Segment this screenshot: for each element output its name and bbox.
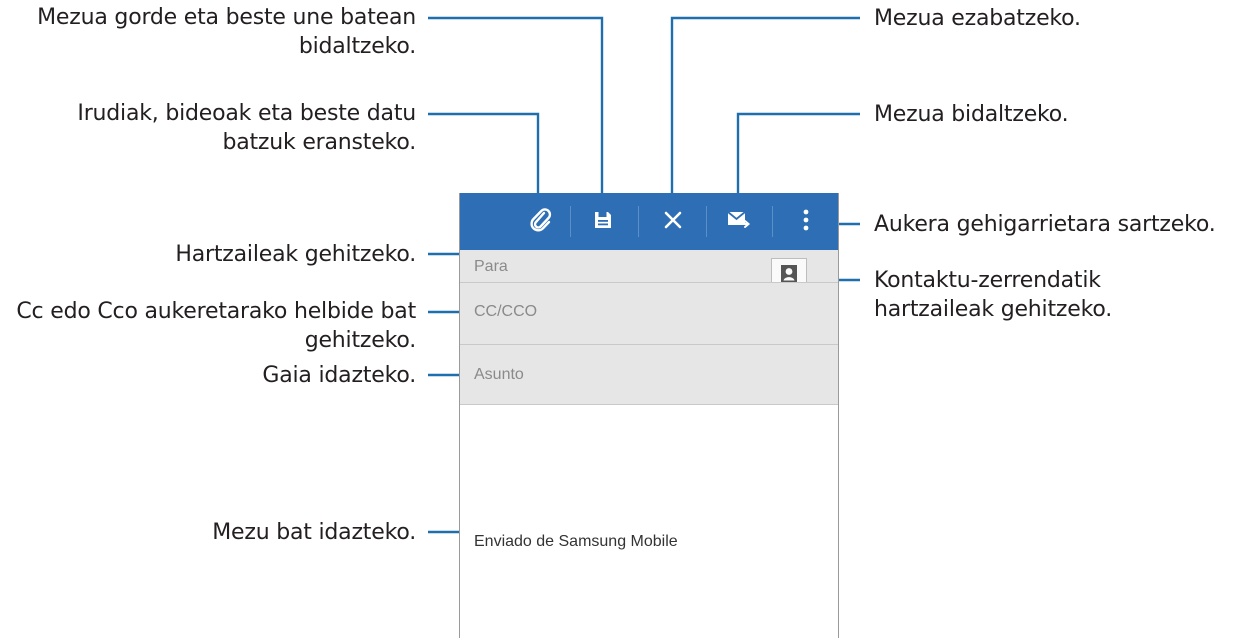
callout-attach: Irudiak, bideoak eta beste datu batzuk e… bbox=[77, 101, 416, 155]
toolbar-divider bbox=[570, 206, 571, 237]
cc-field[interactable]: CC/CCO bbox=[460, 283, 838, 345]
message-body[interactable]: Enviado de Samsung Mobile bbox=[460, 405, 838, 638]
leader-save bbox=[428, 16, 604, 213]
attach-button[interactable] bbox=[518, 193, 564, 250]
toolbar-divider bbox=[772, 206, 773, 237]
subject-field[interactable]: Asunto bbox=[460, 345, 838, 405]
more-options-button[interactable] bbox=[786, 193, 826, 250]
callout-delete: Mezua ezabatzeko. bbox=[874, 6, 1081, 31]
more-vertical-icon bbox=[803, 209, 809, 235]
delete-button[interactable] bbox=[650, 193, 696, 250]
floppy-disk-icon bbox=[593, 210, 613, 234]
leader-delete bbox=[670, 16, 860, 213]
callout-more: Aukera gehigarrietara sartzeko. bbox=[874, 212, 1216, 237]
callout-contacts: Kontaktu-zerrendatik hartzaileak gehitze… bbox=[874, 268, 1112, 322]
send-mail-icon bbox=[727, 210, 751, 234]
callout-save: Mezua gorde eta beste une batean bidaltz… bbox=[37, 5, 416, 59]
compose-toolbar bbox=[460, 193, 838, 250]
toolbar-divider bbox=[638, 206, 639, 237]
callout-send: Mezua bidaltzeko. bbox=[874, 102, 1069, 127]
cc-label: CC/CCO bbox=[474, 303, 538, 320]
callout-cc: Cc edo Cco aukeretarako helbide bat gehi… bbox=[16, 299, 416, 353]
save-button[interactable] bbox=[580, 193, 626, 250]
to-field-row bbox=[460, 250, 838, 283]
toolbar-divider bbox=[706, 206, 707, 237]
callout-recipients: Hartzaileak gehitzeko. bbox=[175, 242, 416, 267]
close-icon bbox=[663, 210, 683, 234]
send-button[interactable] bbox=[716, 193, 762, 250]
signature-text: Enviado de Samsung Mobile bbox=[474, 533, 678, 550]
callout-message: Mezu bat idazteko. bbox=[212, 520, 416, 545]
email-compose-screen: Para CC/CCO Asunto Enviado de Samsung Mo… bbox=[459, 193, 839, 638]
subject-label: Asunto bbox=[474, 366, 524, 383]
callout-subject: Gaia idazteko. bbox=[262, 363, 416, 388]
paperclip-icon bbox=[529, 207, 553, 237]
